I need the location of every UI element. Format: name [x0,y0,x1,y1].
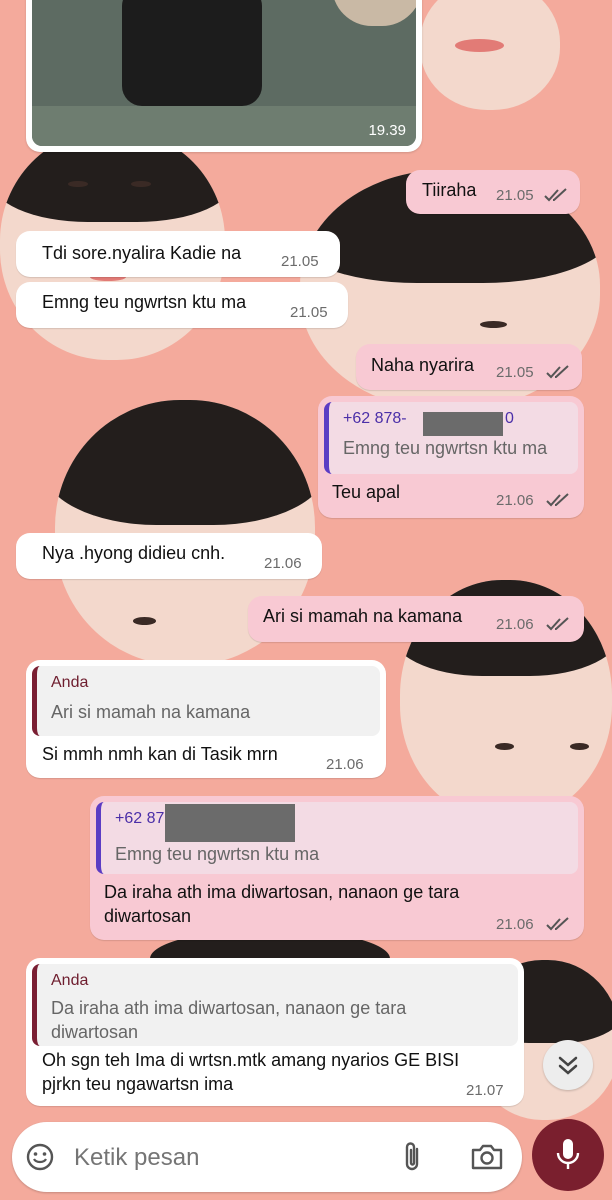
message-time: 21.05 [496,364,534,381]
redacted-number [423,412,503,436]
message-text: Si mmh nmh kan di Tasik mrn [42,744,278,764]
incoming-reply-message[interactable]: Anda Ari si mamah na kamana Si mmh nmh k… [26,660,386,778]
message-time: 21.06 [496,492,534,509]
message-text: Teu apal [332,482,401,502]
quoted-sender-end: 0 [505,410,514,427]
outgoing-message[interactable]: Naha nyarira 21.05 [356,344,582,390]
message-text: Naha nyarira [371,355,475,375]
image-message[interactable]: 19.39 [26,0,422,152]
wallpaper-face [420,0,560,110]
outgoing-reply-message[interactable]: +62 87 Emng teu ngwrtsn ktu ma Da iraha … [90,796,584,940]
outgoing-message[interactable]: Ari si mamah na kamana 21.06 [248,596,584,642]
incoming-message[interactable]: Emng teu ngwrtsn ktu ma 21.05 [16,282,348,328]
quoted-message[interactable]: +62 87 Emng teu ngwrtsn ktu ma [96,802,578,874]
shared-photo[interactable] [32,0,416,146]
quoted-sender: Anda [51,674,89,691]
outgoing-message[interactable]: Tiiraha 21.05 [406,170,580,214]
quoted-text: Emng teu ngwrtsn ktu ma [115,844,320,864]
message-input-bar [12,1122,522,1192]
message-time: 21.05 [281,253,319,270]
double-check-icon [546,917,569,931]
message-text: Nya .hyong didieu cnh. [42,543,226,563]
message-time: 21.06 [496,916,534,933]
paperclip-icon[interactable] [398,1139,426,1175]
double-check-icon [546,617,569,631]
quoted-sender: Anda [51,972,89,989]
message-text-line-2: diwartosan [104,906,192,926]
quoted-text-line-1: Da iraha ath ima diwartosan, nanaon ge t… [51,998,407,1018]
incoming-reply-message[interactable]: Anda Da iraha ath ima diwartosan, nanaon… [26,958,524,1106]
double-chevron-down-icon [558,1056,578,1075]
quoted-message[interactable]: Anda Da iraha ath ima diwartosan, nanaon… [32,964,518,1046]
message-text-line-2: pjrkn teu ngawartsn ima [42,1074,234,1094]
scroll-to-bottom-button[interactable] [543,1040,593,1090]
message-time: 21.06 [326,756,364,773]
quoted-text: Ari si mamah na kamana [51,702,251,722]
double-check-icon [544,188,567,202]
message-text-line-1: Oh sgn teh Ima di wrtsn.mtk amang nyario… [42,1050,460,1070]
message-input[interactable] [72,1138,376,1178]
microphone-icon [556,1139,580,1169]
message-time: 21.07 [466,1082,504,1099]
quoted-text-line-2: diwartosan [51,1022,139,1042]
emoji-icon[interactable] [24,1141,56,1173]
incoming-message[interactable]: Tdi sore.nyalira Kadie na 21.05 [16,231,340,277]
message-time: 21.05 [496,187,534,204]
camera-icon[interactable] [470,1142,504,1172]
redacted-number [165,804,295,842]
message-time: 19.39 [368,122,406,139]
message-time: 21.06 [496,616,534,633]
quoted-message[interactable]: Anda Ari si mamah na kamana [32,666,380,736]
message-time: 21.06 [264,555,302,572]
message-text: Tiiraha [422,180,477,200]
message-text: Ari si mamah na kamana [263,606,463,626]
quoted-text: Emng teu ngwrtsn ktu ma [343,438,548,458]
message-text-line-1: Da iraha ath ima diwartosan, nanaon ge t… [104,882,460,902]
quoted-sender: +62 87 [115,810,165,827]
incoming-message[interactable]: Nya .hyong didieu cnh. 21.06 [16,533,322,579]
double-check-icon [546,365,569,379]
message-text: Emng teu ngwrtsn ktu ma [42,292,247,312]
voice-record-button[interactable] [532,1119,604,1191]
quoted-message[interactable]: +62 878- 0 Emng teu ngwrtsn ktu ma [324,402,578,474]
outgoing-reply-message[interactable]: +62 878- 0 Emng teu ngwrtsn ktu ma Teu a… [318,396,584,518]
double-check-icon [546,493,569,507]
quoted-sender: +62 878- [343,410,407,427]
message-text: Tdi sore.nyalira Kadie na [42,243,242,263]
message-time: 21.05 [290,304,328,321]
